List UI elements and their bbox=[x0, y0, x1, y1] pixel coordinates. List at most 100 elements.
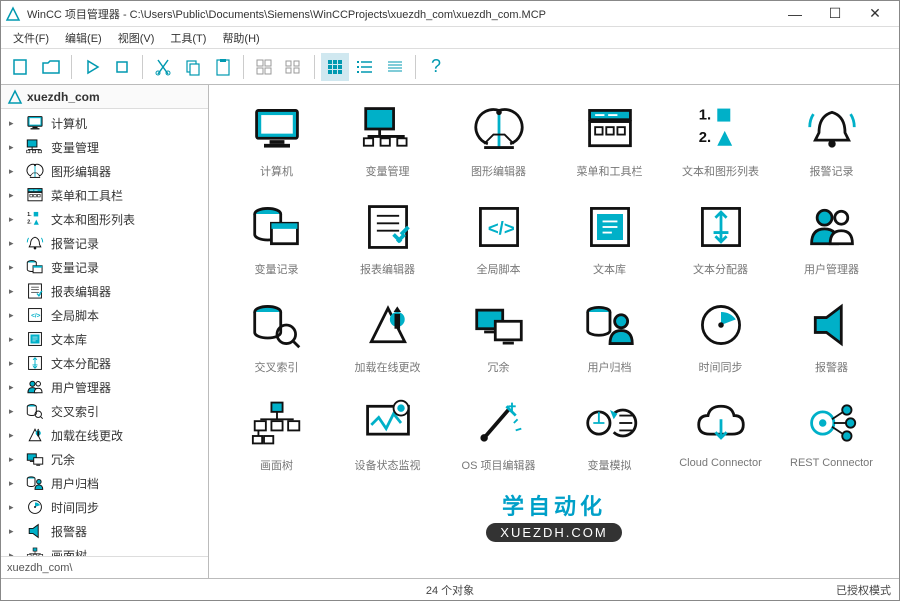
menu-tools[interactable]: 工具(T) bbox=[162, 28, 214, 48]
close-button[interactable]: ✕ bbox=[855, 2, 895, 26]
grid-item-label: 变量管理 bbox=[366, 163, 410, 179]
toolbar: ? bbox=[1, 49, 899, 85]
grid-item-label: 文本和图形列表 bbox=[682, 163, 759, 179]
deactivate-button[interactable] bbox=[108, 53, 136, 81]
grid-item-label: 画面树 bbox=[260, 457, 293, 473]
grid-item[interactable]: 报警器 bbox=[780, 293, 883, 379]
grid-item-label: 计算机 bbox=[260, 163, 293, 179]
grid-item[interactable]: OS 项目编辑器 bbox=[447, 391, 550, 477]
tree-view[interactable]: 计算机变量管理图形编辑器菜单和工具栏文本和图形列表报警记录变量记录报表编辑器全局… bbox=[1, 109, 208, 556]
timesync-icon bbox=[689, 297, 753, 353]
grid-item[interactable]: 用户归档 bbox=[558, 293, 661, 379]
grid-item[interactable]: 时间同步 bbox=[669, 293, 772, 379]
grid-item-label: 冗余 bbox=[488, 359, 510, 375]
grid-item[interactable]: 变量记录 bbox=[225, 195, 328, 281]
grid-item[interactable]: 设备状态监视 bbox=[336, 391, 439, 477]
menu-view[interactable]: 视图(V) bbox=[110, 28, 163, 48]
tree-item[interactable]: 文本库 bbox=[1, 327, 208, 351]
user-icon bbox=[800, 199, 864, 255]
copy-button[interactable] bbox=[179, 53, 207, 81]
userarch-icon bbox=[578, 297, 642, 353]
menu-file[interactable]: 文件(F) bbox=[5, 28, 57, 48]
grid-item[interactable]: 文本库 bbox=[558, 195, 661, 281]
tree-item[interactable]: 画面树 bbox=[1, 543, 208, 556]
tree-item[interactable]: 报警记录 bbox=[1, 231, 208, 255]
loadonline-icon bbox=[25, 426, 45, 444]
grid-item[interactable]: 画面树 bbox=[225, 391, 328, 477]
grid-item-label: 加载在线更改 bbox=[355, 359, 421, 375]
grid-item[interactable]: 图形编辑器 bbox=[447, 97, 550, 183]
tree-item[interactable]: 图形编辑器 bbox=[1, 159, 208, 183]
grid-item[interactable]: 文本分配器 bbox=[669, 195, 772, 281]
tree-icon bbox=[245, 395, 309, 451]
grid-item-label: 全局脚本 bbox=[477, 261, 521, 277]
minimize-button[interactable]: — bbox=[775, 2, 815, 26]
view-grid-button[interactable] bbox=[321, 53, 349, 81]
content: xuezdh_com 计算机变量管理图形编辑器菜单和工具栏文本和图形列表报警记录… bbox=[1, 85, 899, 578]
grid-item[interactable]: 加载在线更改 bbox=[336, 293, 439, 379]
tree-item[interactable]: 菜单和工具栏 bbox=[1, 183, 208, 207]
tree-item[interactable]: 文本和图形列表 bbox=[1, 207, 208, 231]
project-name: xuezdh_com bbox=[27, 90, 100, 104]
tagsim-icon bbox=[578, 395, 642, 451]
script-icon bbox=[25, 306, 45, 324]
oseditor-icon bbox=[467, 395, 531, 451]
sidebar-header[interactable]: xuezdh_com bbox=[1, 85, 208, 109]
textdist-icon bbox=[689, 199, 753, 255]
view-list-button[interactable] bbox=[351, 53, 379, 81]
tree-item[interactable]: 加载在线更改 bbox=[1, 423, 208, 447]
status-license: 已授权模式 bbox=[597, 582, 891, 598]
new-button[interactable] bbox=[7, 53, 35, 81]
tree-item[interactable]: 冗余 bbox=[1, 447, 208, 471]
tree-item[interactable]: 变量管理 bbox=[1, 135, 208, 159]
open-button[interactable] bbox=[37, 53, 65, 81]
tree-item-label: 图形编辑器 bbox=[51, 163, 111, 180]
tree-item[interactable]: 文本分配器 bbox=[1, 351, 208, 375]
small-icons-button[interactable] bbox=[280, 53, 308, 81]
grid-item[interactable]: 用户管理器 bbox=[780, 195, 883, 281]
tree-item[interactable]: 用户归档 bbox=[1, 471, 208, 495]
grid-item-label: 用户归档 bbox=[588, 359, 632, 375]
tree-item[interactable]: 全局脚本 bbox=[1, 303, 208, 327]
grid-item[interactable]: 变量模拟 bbox=[558, 391, 661, 477]
tree-item[interactable]: 计算机 bbox=[1, 111, 208, 135]
view-details-button[interactable] bbox=[381, 53, 409, 81]
horn-icon bbox=[25, 522, 45, 540]
grid-item[interactable]: 菜单和工具栏 bbox=[558, 97, 661, 183]
tree-item[interactable]: 变量记录 bbox=[1, 255, 208, 279]
grid-item[interactable]: 文本和图形列表 bbox=[669, 97, 772, 183]
menu-help[interactable]: 帮助(H) bbox=[214, 28, 267, 48]
tree-item-label: 交叉索引 bbox=[51, 403, 99, 420]
tree-item-label: 变量管理 bbox=[51, 139, 99, 156]
tree-item[interactable]: 报警器 bbox=[1, 519, 208, 543]
grid-item[interactable]: 报警记录 bbox=[780, 97, 883, 183]
tree-item[interactable]: 报表编辑器 bbox=[1, 279, 208, 303]
tree-item[interactable]: 交叉索引 bbox=[1, 399, 208, 423]
grid-item-label: 文本分配器 bbox=[693, 261, 748, 277]
activate-button[interactable] bbox=[78, 53, 106, 81]
grid-item[interactable]: Cloud Connector bbox=[669, 391, 772, 477]
grid-item[interactable]: 交叉索引 bbox=[225, 293, 328, 379]
timesync-icon bbox=[25, 498, 45, 516]
grid-item[interactable]: 计算机 bbox=[225, 97, 328, 183]
grid-item[interactable]: 冗余 bbox=[447, 293, 550, 379]
grid-item-label: 用户管理器 bbox=[804, 261, 859, 277]
tree-item-label: 报表编辑器 bbox=[51, 283, 111, 300]
grid-item[interactable]: 全局脚本 bbox=[447, 195, 550, 281]
large-icons-button[interactable] bbox=[250, 53, 278, 81]
cut-button[interactable] bbox=[149, 53, 177, 81]
grid-item[interactable]: 变量管理 bbox=[336, 97, 439, 183]
grid-item[interactable]: 报表编辑器 bbox=[336, 195, 439, 281]
help-button[interactable]: ? bbox=[422, 53, 450, 81]
graphics-icon bbox=[25, 162, 45, 180]
separator bbox=[142, 55, 143, 79]
paste-button[interactable] bbox=[209, 53, 237, 81]
main-panel: 计算机 变量管理 图形编辑器 菜单和工具栏文本和图形列表 报警记录变量记录报表编辑器全局… bbox=[209, 85, 899, 578]
tree-item[interactable]: 用户管理器 bbox=[1, 375, 208, 399]
tree-item-label: 全局脚本 bbox=[51, 307, 99, 324]
menu-edit[interactable]: 编辑(E) bbox=[57, 28, 110, 48]
grid-item-label: 图形编辑器 bbox=[471, 163, 526, 179]
maximize-button[interactable]: ☐ bbox=[815, 2, 855, 26]
grid-item[interactable]: REST Connector bbox=[780, 391, 883, 477]
tree-item[interactable]: 时间同步 bbox=[1, 495, 208, 519]
